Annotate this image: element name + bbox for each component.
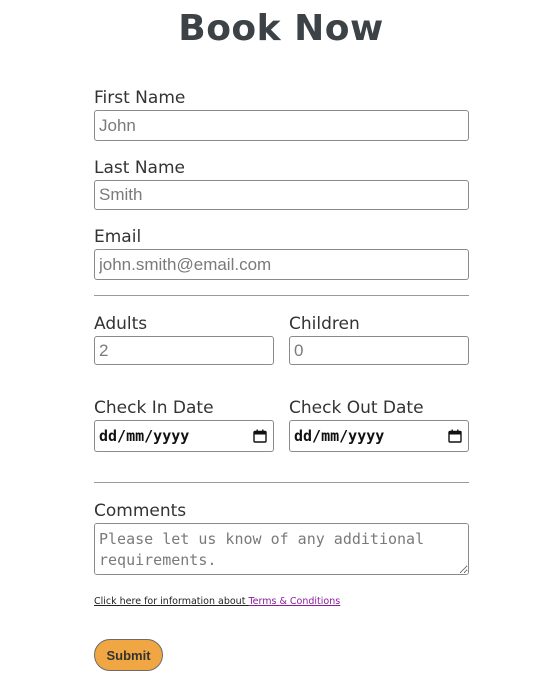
- check-in-date-input[interactable]: dd/mm/yyyy: [94, 420, 274, 452]
- calendar-icon[interactable]: [253, 429, 267, 443]
- last-name-input[interactable]: [94, 180, 469, 210]
- adults-input[interactable]: [94, 336, 274, 365]
- adults-label: Adults: [94, 314, 148, 334]
- comments-textarea[interactable]: [94, 523, 469, 575]
- comments-label: Comments: [94, 501, 187, 521]
- email-input[interactable]: [94, 249, 469, 280]
- check-out-date-format: dd/mm/yyyy: [294, 427, 385, 445]
- check-out-date-input[interactable]: dd/mm/yyyy: [289, 420, 469, 452]
- terms-prefix: Click here for information about: [94, 596, 246, 607]
- last-name-label: Last Name: [94, 158, 185, 178]
- section-divider: [94, 482, 469, 483]
- calendar-icon[interactable]: [448, 429, 462, 443]
- terms-link[interactable]: Terms & Conditions: [248, 596, 340, 607]
- submit-button[interactable]: Submit: [94, 639, 163, 671]
- section-divider: [94, 295, 469, 296]
- page-title: Book Now: [178, 8, 384, 49]
- check-out-label: Check Out Date: [289, 398, 424, 418]
- email-label: Email: [94, 227, 142, 247]
- children-input[interactable]: [289, 336, 469, 365]
- first-name-input[interactable]: [94, 110, 469, 141]
- first-name-label: First Name: [94, 88, 186, 108]
- children-label: Children: [289, 314, 360, 334]
- terms-notice: Click here for information about Terms &…: [94, 596, 340, 607]
- check-in-date-format: dd/mm/yyyy: [99, 427, 190, 445]
- check-in-label: Check In Date: [94, 398, 214, 418]
